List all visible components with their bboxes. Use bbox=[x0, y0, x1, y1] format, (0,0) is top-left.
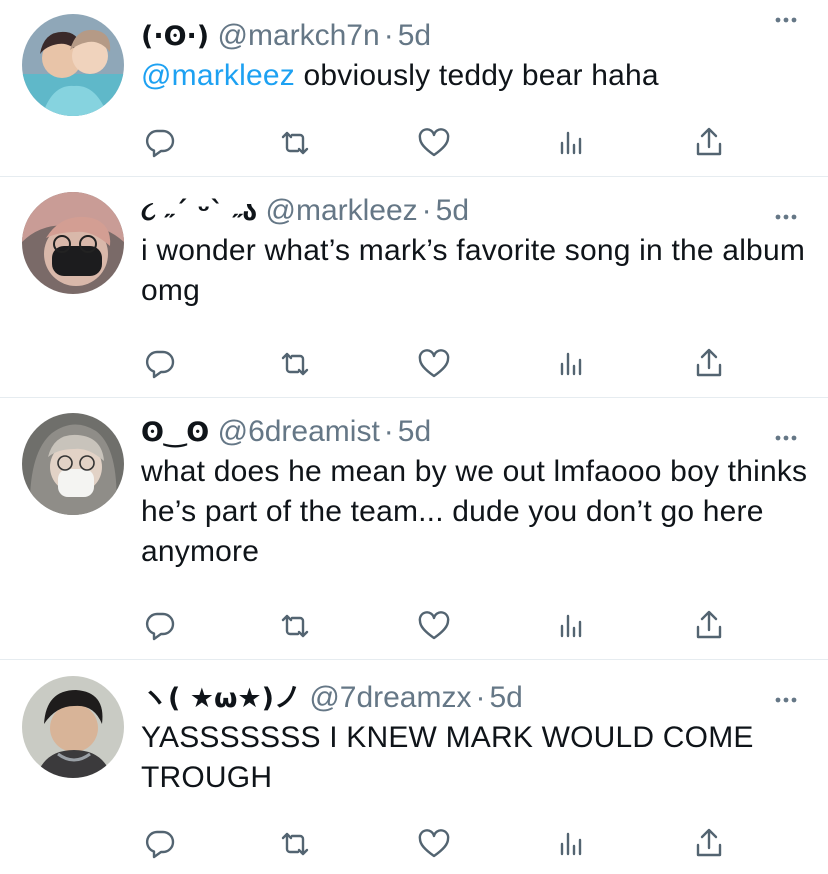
tweet[interactable]: ૮ ˶´ ᵕˋ ˶ა @markleez · 5d i wonder what’s … bbox=[0, 177, 828, 398]
separator: · bbox=[383, 415, 394, 448]
user-handle[interactable]: @7dreamzx bbox=[309, 681, 471, 714]
display-name[interactable]: ʘ‿ʘ bbox=[141, 417, 209, 448]
tweet-content: ʘ‿ʘ @6dreamist · 5d what does he mean by w… bbox=[141, 412, 810, 572]
tweet-actions bbox=[141, 344, 828, 384]
tweet-content: ヽ( ★ω★)ノ @7dreamzx · 5d YASSSSSSS I KNEW M… bbox=[141, 678, 810, 798]
tweet[interactable]: ヽ( ★ω★)ノ @7dreamzx · 5d YASSSSSSS I KNEW M… bbox=[0, 660, 828, 874]
timestamp[interactable]: 5d bbox=[490, 681, 523, 714]
reply-icon[interactable] bbox=[140, 606, 180, 646]
share-icon[interactable] bbox=[689, 824, 729, 864]
tweet-content: ૮ ˶´ ᵕˋ ˶ა @markleez · 5d i wonder what’s … bbox=[141, 191, 810, 311]
avatar[interactable] bbox=[22, 14, 124, 116]
avatar[interactable] bbox=[22, 413, 124, 515]
display-name[interactable]: (·ʘ·) bbox=[141, 21, 209, 52]
tweet-header: ヽ( ★ω★)ノ @7dreamzx · 5d bbox=[141, 678, 810, 718]
user-handle[interactable]: @markch7n bbox=[218, 19, 380, 52]
more-icon[interactable] bbox=[774, 428, 798, 448]
tweet-header: ʘ‿ʘ @6dreamist · 5d bbox=[141, 412, 810, 452]
tweet[interactable]: ʘ‿ʘ @6dreamist · 5d what does he mean by w… bbox=[0, 398, 828, 660]
separator: · bbox=[383, 19, 394, 52]
retweet-icon[interactable] bbox=[275, 824, 315, 864]
share-icon[interactable] bbox=[689, 123, 729, 163]
analytics-icon[interactable] bbox=[551, 123, 591, 163]
tweet-header: ૮ ˶´ ᵕˋ ˶ა @markleez · 5d bbox=[141, 191, 810, 231]
tweet-actions bbox=[141, 606, 828, 646]
analytics-icon[interactable] bbox=[551, 606, 591, 646]
tweet-text: YASSSSSSS I KNEW MARK WOULD COME TROUGH bbox=[141, 721, 754, 794]
tweet-text: @markleez obviously teddy bear haha bbox=[141, 56, 810, 96]
tweet-text: i wonder what’s mark’s favorite song in … bbox=[141, 234, 806, 307]
more-icon[interactable] bbox=[774, 690, 798, 710]
tweet-actions bbox=[141, 123, 828, 163]
tweet-actions bbox=[141, 824, 828, 864]
timestamp[interactable]: 5d bbox=[398, 19, 431, 52]
mention-link[interactable]: @markleez bbox=[141, 59, 295, 92]
heart-icon[interactable] bbox=[414, 824, 454, 864]
analytics-icon[interactable] bbox=[551, 344, 591, 384]
share-icon[interactable] bbox=[689, 606, 729, 646]
tweet-feed: (·ʘ·) @markch7n · 5d @markleez obviously t… bbox=[0, 0, 828, 874]
heart-icon[interactable] bbox=[414, 344, 454, 384]
avatar[interactable] bbox=[22, 192, 124, 294]
retweet-icon[interactable] bbox=[275, 606, 315, 646]
heart-icon[interactable] bbox=[414, 123, 454, 163]
more-icon[interactable] bbox=[774, 207, 798, 227]
share-icon[interactable] bbox=[689, 344, 729, 384]
reply-icon[interactable] bbox=[140, 344, 180, 384]
display-name[interactable]: ヽ( ★ω★)ノ bbox=[141, 683, 301, 714]
retweet-icon[interactable] bbox=[275, 123, 315, 163]
timestamp[interactable]: 5d bbox=[436, 194, 469, 227]
tweet-text: what does he mean by we out lmfaooo boy … bbox=[141, 455, 808, 568]
user-handle[interactable]: @6dreamist bbox=[218, 415, 380, 448]
reply-icon[interactable] bbox=[140, 824, 180, 864]
separator: · bbox=[475, 681, 486, 714]
tweet-header: (·ʘ·) @markch7n · 5d bbox=[141, 16, 810, 56]
tweet-content: (·ʘ·) @markch7n · 5d @markleez obviously t… bbox=[141, 16, 810, 96]
user-handle[interactable]: @markleez bbox=[266, 194, 418, 227]
separator: · bbox=[421, 194, 432, 227]
heart-icon[interactable] bbox=[414, 606, 454, 646]
tweet-body: obviously teddy bear haha bbox=[294, 59, 659, 92]
tweet[interactable]: (·ʘ·) @markch7n · 5d @markleez obviously t… bbox=[0, 0, 828, 177]
avatar[interactable] bbox=[22, 676, 124, 778]
reply-icon[interactable] bbox=[140, 123, 180, 163]
more-icon[interactable] bbox=[774, 10, 798, 30]
retweet-icon[interactable] bbox=[275, 344, 315, 384]
timestamp[interactable]: 5d bbox=[398, 415, 431, 448]
display-name[interactable]: ૮ ˶´ ᵕˋ ˶ა bbox=[141, 196, 257, 227]
analytics-icon[interactable] bbox=[551, 824, 591, 864]
